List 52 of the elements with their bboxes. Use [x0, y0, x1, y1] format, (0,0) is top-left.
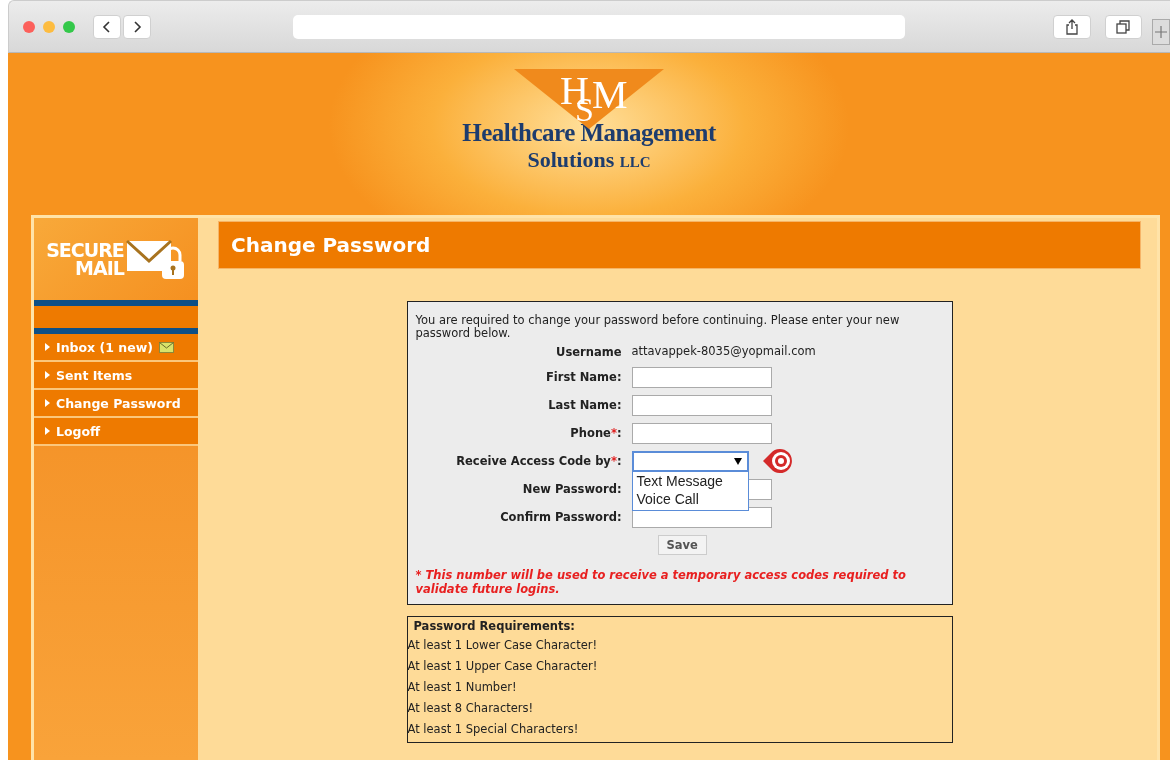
- close-button[interactable]: [23, 20, 35, 33]
- forward-icon: [132, 19, 142, 34]
- caret-icon: [45, 427, 50, 435]
- sidebar-link[interactable]: Sent Items: [34, 362, 198, 390]
- intro-text: You are required to change your password before continuing. Please enter your new password below.: [415, 314, 901, 340]
- text-input[interactable]: [631, 366, 772, 388]
- caret-icon: [45, 343, 50, 351]
- field-label: Confirm Password:: [499, 510, 622, 524]
- envelope-lock-icon: [125, 237, 186, 281]
- caret-icon: [45, 399, 50, 407]
- requirements-title: Password Requirements:: [412, 618, 576, 635]
- share-button[interactable]: [1052, 14, 1091, 39]
- company-name: Solutions: [527, 147, 615, 172]
- requirement-item: At least 1 Lower Case Character!: [407, 637, 599, 654]
- minimize-button[interactable]: [43, 20, 55, 33]
- sidebar-link[interactable]: Change Password: [34, 390, 198, 418]
- field-label: Last Name:: [547, 398, 622, 412]
- field-label: Receive Access Code by*:: [455, 454, 622, 468]
- page-title: Change Password: [231, 233, 431, 257]
- caret-icon: [45, 371, 50, 379]
- text-input[interactable]: [631, 394, 772, 416]
- field-label: New Password:: [521, 482, 622, 496]
- dropdown-option[interactable]: Text Message: [636, 472, 744, 490]
- text-input[interactable]: [631, 422, 772, 444]
- requirement-item: At least 1 Number!: [407, 679, 518, 696]
- tabs-button[interactable]: [1104, 14, 1143, 39]
- field-label: First Name:: [544, 370, 622, 384]
- zoom-button[interactable]: [63, 20, 75, 33]
- dropdown[interactable]: [631, 450, 749, 472]
- save-button[interactable]: Save: [657, 535, 707, 555]
- back-button[interactable]: [93, 14, 121, 39]
- field-label: Username: [555, 345, 622, 359]
- forward-button[interactable]: [123, 14, 151, 39]
- address-bar[interactable]: [293, 14, 905, 39]
- back-icon: [102, 19, 112, 34]
- tabs-icon: [1116, 19, 1131, 34]
- requirement-item: At least 1 Upper Case Character!: [407, 658, 599, 675]
- username-value: attavappek-8035@yopmail.com: [631, 344, 817, 360]
- dropdown-arrow-icon: [733, 457, 742, 465]
- new-tab-button[interactable]: [1152, 18, 1170, 45]
- dropdown-option[interactable]: Voice Call: [636, 490, 744, 508]
- envelope-icon: [158, 341, 174, 353]
- secure-mail-banner: SECURE MAIL: [34, 218, 198, 300]
- sidebar-link[interactable]: Inbox (1 new): [34, 334, 198, 362]
- share-icon: [1064, 18, 1079, 35]
- requirement-item: At least 8 Characters!: [407, 700, 535, 717]
- company-suffix: LLC: [619, 154, 651, 170]
- required-note: * This number will be used to receive a temporary access codes required to validate future logins.: [415, 568, 907, 596]
- sidebar-link[interactable]: Logoff: [34, 418, 198, 446]
- requirement-item: At least 1 Special Characters!: [407, 721, 580, 738]
- field-label: Phone*:: [569, 426, 622, 440]
- plus-icon: [1155, 25, 1168, 38]
